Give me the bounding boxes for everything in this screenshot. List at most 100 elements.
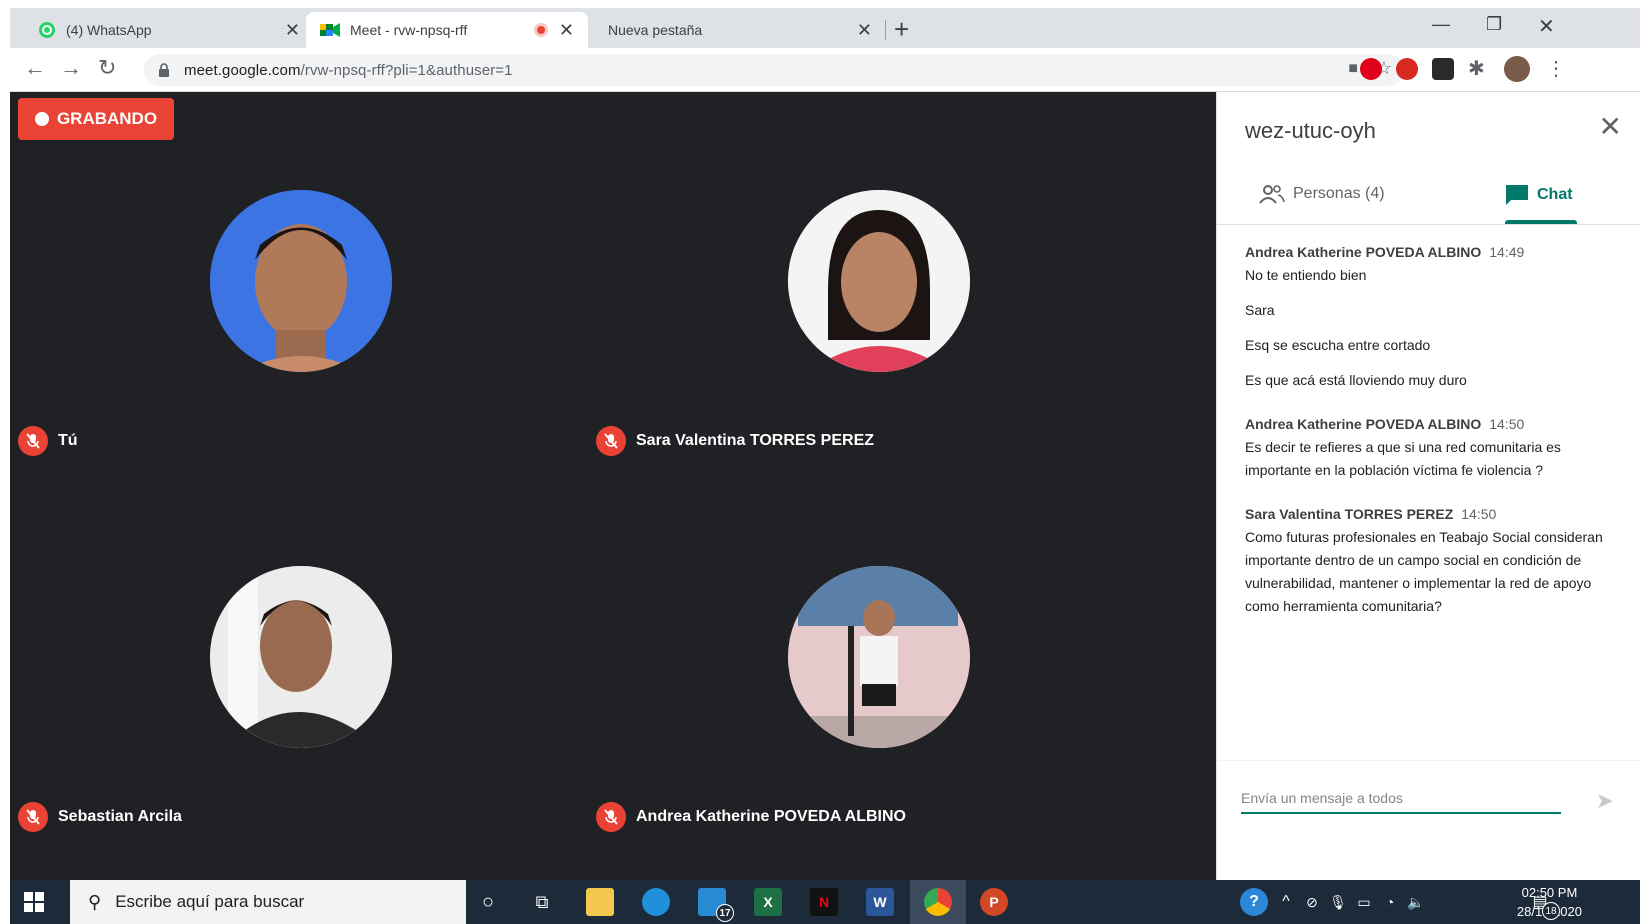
send-icon[interactable]: ➤ [1596,788,1614,814]
recording-badge: GRABANDO [18,98,174,140]
browser-tab-whatsapp[interactable]: (4) WhatsApp ✕ [24,12,314,48]
record-dot-icon [34,112,49,126]
divider [1217,224,1640,225]
extensions-puzzle-icon[interactable]: ✱ [1468,56,1485,81]
cortana-icon[interactable]: ○ [474,888,502,916]
battery-icon[interactable]: ▭ [1350,888,1378,916]
close-tab-icon[interactable]: ✕ [559,20,574,40]
mic-off-icon [596,426,626,456]
wifi-icon[interactable]: ◔ [1376,888,1404,916]
divider [1217,760,1640,761]
mail-icon[interactable]: 17 [698,888,734,922]
google-meet-icon [320,23,340,37]
tab-people[interactable]: Personas (4) [1259,184,1385,204]
close-window-icon[interactable]: ✕ [1538,14,1555,39]
participant-name: Sara Valentina TORRES PEREZ [636,432,875,449]
tab-chat-label: Chat [1537,186,1573,203]
chat-compose-field [1241,784,1561,814]
message-text: Como futuras profesionales en Teabajo So… [1245,529,1603,614]
reload-icon[interactable]: ↻ [98,56,116,80]
participant-avatar-sebastian [210,566,392,748]
message-sender: Sara Valentina TORRES PEREZ [1245,506,1454,522]
adblock-icon[interactable] [1396,58,1418,80]
message-time: 14:50 [1461,506,1497,522]
help-icon[interactable]: ? [1240,888,1268,916]
screen: (4) WhatsApp ✕ Meet - rvw-npsq-rff ✕ Nue… [0,0,1640,924]
chrome-taskbar-button[interactable] [910,880,966,924]
participant-name-tag: Tú [18,426,78,456]
restore-icon[interactable]: ❐ [1486,14,1502,35]
chat-message-group: Andrea Katherine POVEDA ALBINO 14:50 Es d… [1245,414,1625,482]
message-text: Sara [1245,302,1275,318]
mic-off-icon [18,802,48,832]
edge-icon[interactable] [642,888,670,916]
message-time: 14:50 [1489,416,1525,432]
message-text: Es decir te refieres a que si una red co… [1245,439,1561,478]
browser-tab-meet[interactable]: Meet - rvw-npsq-rff ✕ [306,12,588,48]
url-text: meet.google.com/rvw-npsq-rff?pli=1&authu… [184,62,513,79]
tab-people-label: Personas (4) [1293,185,1385,202]
windows-start-icon[interactable] [24,892,44,912]
address-bar[interactable]: meet.google.com/rvw-npsq-rff?pli=1&authu… [144,54,1404,86]
profile-avatar[interactable] [1504,56,1530,82]
tab-title: Nueva pestaña [608,22,703,38]
camera-icon[interactable]: ■ [1348,60,1358,78]
close-tab-icon[interactable]: ✕ [857,20,872,40]
participant-name-tag: Sebastian Arcila [18,802,182,832]
chat-side-panel: wez-utuc-oyh ✕ Personas (4) Chat Andrea … [1216,92,1640,880]
close-panel-icon[interactable]: ✕ [1599,110,1622,143]
powerpoint-icon[interactable]: P [980,888,1008,916]
network-status-icon[interactable]: ⊘ [1298,888,1326,916]
chat-message-group: Andrea Katherine POVEDA ALBINO 14:49 No t… [1245,242,1625,392]
message-time: 14:49 [1489,244,1525,260]
chat-bubble-icon [1506,185,1528,205]
notification-count: 18 [1542,902,1560,920]
participant-name-tag: Andrea Katherine POVEDA ALBINO [596,802,906,832]
opera-icon[interactable] [1360,58,1382,80]
back-arrow-icon[interactable]: ← [24,56,46,80]
participant-name: Tú [58,432,78,449]
chat-message-input[interactable] [1241,784,1561,812]
browser-tab-strip: (4) WhatsApp ✕ Meet - rvw-npsq-rff ✕ Nue… [10,8,1640,48]
participant-name-tag: Sara Valentina TORRES PEREZ [596,426,874,456]
more-menu-icon[interactable]: ⋮ [1546,56,1566,81]
message-text: Esq se escucha entre cortado [1245,337,1431,353]
notification-center-icon[interactable]: ▤ 18 [1526,888,1560,920]
file-explorer-icon[interactable] [586,888,614,916]
participant-avatar-tu [210,190,392,372]
recording-label: GRABANDO [56,109,158,128]
message-text: Es que acá está lloviendo muy duro [1245,372,1467,388]
participant-avatar-sara [788,190,970,372]
lock-icon [159,63,169,77]
message-text: No te entiendo bien [1245,267,1367,283]
search-icon: ⚲ [88,891,102,912]
word-icon[interactable]: W [866,888,894,916]
excel-icon[interactable]: X [754,888,782,916]
participant-name: Sebastian Arcila [58,808,182,825]
recording-indicator-icon [534,23,548,37]
tab-title: (4) WhatsApp [66,22,152,38]
whatsapp-icon [39,22,55,38]
browser-tab-new[interactable]: Nueva pestaña ✕ [594,12,886,48]
forward-arrow-icon[interactable]: → [60,56,82,80]
show-hidden-icons-chevron-icon[interactable]: ^ [1272,888,1300,916]
meeting-code: wez-utuc-oyh [1245,118,1376,143]
people-icon [1259,185,1285,204]
minimize-icon[interactable]: — [1432,14,1450,35]
volume-icon[interactable]: 🔈 [1402,888,1430,916]
url-path: /rvw-npsq-rff?pli=1&authuser=1 [300,61,513,79]
netflix-icon[interactable]: N [810,888,838,916]
chat-message-group: Sara Valentina TORRES PEREZ 14:50 Como fu… [1245,504,1625,618]
new-tab-button[interactable]: + [894,14,909,44]
crown-extension-icon[interactable] [1432,58,1454,80]
url-host: meet.google.com [184,61,301,79]
message-sender: Andrea Katherine POVEDA ALBINO [1245,416,1482,432]
microphone-icon[interactable]: 🎙 [1324,888,1352,916]
taskbar-search[interactable]: ⚲ Escribe aquí para buscar [70,880,466,924]
close-tab-icon[interactable]: ✕ [285,20,300,40]
mic-off-icon [18,426,48,456]
tab-chat[interactable]: Chat [1505,184,1573,206]
mail-badge: 17 [716,904,734,922]
task-view-icon[interactable]: ⧉ [528,888,556,916]
meet-video-grid: GRABANDO Tú Sara Valentina TORRES PEREZ … [10,92,1216,880]
